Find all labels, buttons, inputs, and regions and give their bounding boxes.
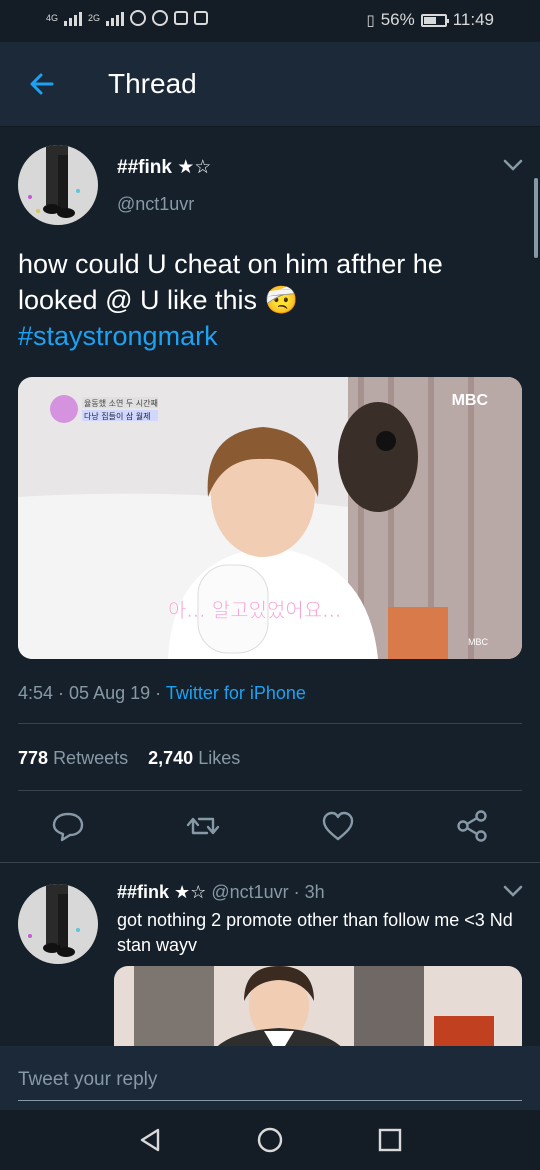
network-type-2: 2G (88, 13, 101, 23)
battery-icon (420, 13, 449, 27)
tweet-time: 4:54 (18, 683, 54, 703)
reply-age: 3h (304, 882, 325, 902)
media-tag-2: 다낭 집들이 삼 월제 (84, 411, 151, 421)
section-divider (0, 862, 540, 863)
nav-back-icon[interactable] (134, 1124, 166, 1156)
retweets-stat[interactable]: 778 Retweets (18, 748, 128, 768)
vibrate-icon: ▯ (366, 12, 375, 29)
retweet-icon[interactable] (183, 806, 223, 846)
user-handle[interactable]: @nct1uvr (117, 194, 194, 215)
reply-media-image[interactable] (114, 966, 522, 1056)
chevron-down-icon[interactable] (502, 158, 524, 177)
reply-icon[interactable] (48, 806, 88, 846)
avatar[interactable] (18, 145, 98, 225)
reply-composer (0, 1046, 540, 1110)
divider (18, 790, 522, 791)
tweet-stats: 778 Retweets 2,740 Likes (18, 748, 240, 769)
reply-display-name[interactable]: ##fink ★☆ (117, 882, 206, 902)
back-arrow-icon[interactable] (26, 68, 58, 100)
tweet-source-link[interactable]: Twitter for iPhone (166, 683, 306, 703)
signal-icon (64, 10, 83, 26)
signal-icon-2 (106, 10, 125, 26)
network-type-1: 4G (46, 13, 59, 23)
battery-percent: 56% (380, 10, 415, 29)
tweet-media-image[interactable]: MBC MBC 아... 알고있었어요... 율동했 소연 두 시간째 다낭 집… (18, 377, 522, 659)
reply-chevron-down-icon[interactable] (502, 884, 524, 903)
like-icon[interactable] (318, 806, 358, 846)
share-icon[interactable] (452, 806, 492, 846)
tweet-meta: 4:54 · 05 Aug 19 · Twitter for iPhone (18, 683, 306, 703)
tweet-date: 05 Aug 19 (69, 683, 151, 703)
divider (18, 723, 522, 724)
media-tag-1: 율동했 소연 두 시간째 (84, 398, 158, 408)
hashtag-link[interactable]: #staystrongmark (18, 321, 218, 351)
tweet-body: how could U cheat on him afther he looke… (18, 249, 443, 315)
top-bar: Thread (0, 42, 540, 127)
system-nav-bar (0, 1110, 540, 1170)
message-icon (194, 11, 209, 25)
tweet-text: how could U cheat on him afther he looke… (18, 246, 518, 354)
alarm-icon (130, 10, 147, 26)
status-bar: 4G 2G ▯ 56% 11:49 (0, 0, 540, 42)
corner-logo: MBC (468, 637, 489, 647)
display-name[interactable]: ##fink ★☆ (117, 156, 211, 179)
whatsapp-icon (152, 10, 169, 26)
reply-text: got nothing 2 promote other than follow … (117, 910, 513, 955)
reply-header[interactable]: ##fink ★☆ @nct1uvr · 3h (117, 882, 325, 903)
broadcaster-logo: MBC (452, 392, 489, 409)
likes-stat[interactable]: 2,740 Likes (148, 748, 240, 768)
reply-avatar[interactable] (18, 884, 98, 964)
reply-input[interactable] (18, 1060, 522, 1101)
nav-recents-icon[interactable] (374, 1124, 406, 1156)
media-caption: 아... 알고있었어요... (168, 598, 341, 622)
scrollbar[interactable] (534, 178, 538, 258)
reply-handle[interactable]: @nct1uvr (211, 882, 288, 902)
gallery-icon (174, 11, 189, 25)
tweet-actions (0, 806, 540, 850)
nav-home-icon[interactable] (254, 1124, 286, 1156)
page-title: Thread (108, 68, 197, 99)
clock: 11:49 (452, 10, 494, 29)
